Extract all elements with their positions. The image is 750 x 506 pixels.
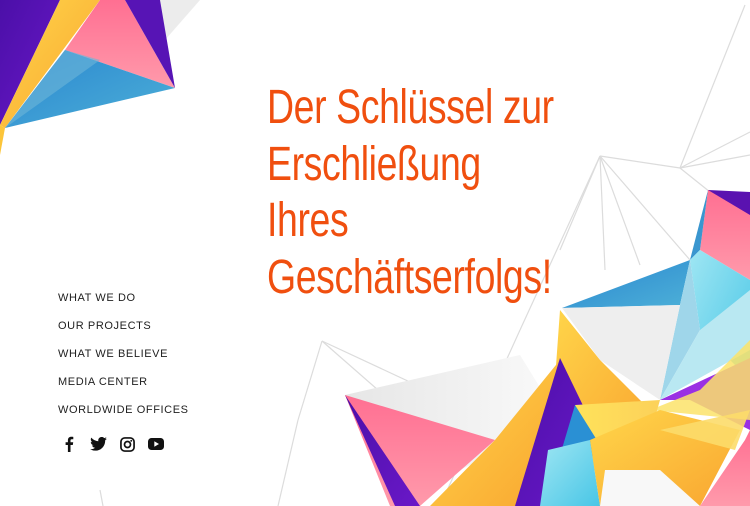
nav-link-our-projects[interactable]: OUR PROJECTS: [58, 320, 151, 332]
headline-line: Ihres: [267, 194, 349, 247]
nav-item-what-we-believe: WHAT WE BELIEVE: [58, 344, 189, 372]
top-left-polygons: [0, 0, 200, 155]
nav-item-worldwide-offices: WORLDWIDE OFFICES: [58, 400, 189, 428]
hero-headline: Der Schlüssel zur Erschließung Ihres Ges…: [267, 80, 554, 306]
social-links: [60, 435, 165, 453]
youtube-icon[interactable]: [147, 435, 165, 453]
nav-link-what-we-do[interactable]: WHAT WE DO: [58, 292, 136, 304]
facebook-icon[interactable]: [60, 435, 78, 453]
nav-link-what-we-believe[interactable]: WHAT WE BELIEVE: [58, 348, 168, 360]
headline-line: Erschließung: [267, 137, 481, 191]
nav-item-our-projects: OUR PROJECTS: [58, 316, 189, 344]
headline-line: Der Schlüssel zur: [267, 81, 554, 134]
nav-item-media-center: MEDIA CENTER: [58, 372, 189, 400]
headline-line: Geschäftserfolgs!: [267, 250, 552, 304]
instagram-icon[interactable]: [118, 435, 136, 453]
side-navigation: WHAT WE DO OUR PROJECTS WHAT WE BELIEVE …: [58, 288, 189, 428]
nav-item-what-we-do: WHAT WE DO: [58, 288, 189, 316]
twitter-icon[interactable]: [89, 435, 107, 453]
nav-link-worldwide-offices[interactable]: WORLDWIDE OFFICES: [58, 404, 189, 416]
nav-link-media-center[interactable]: MEDIA CENTER: [58, 376, 148, 388]
